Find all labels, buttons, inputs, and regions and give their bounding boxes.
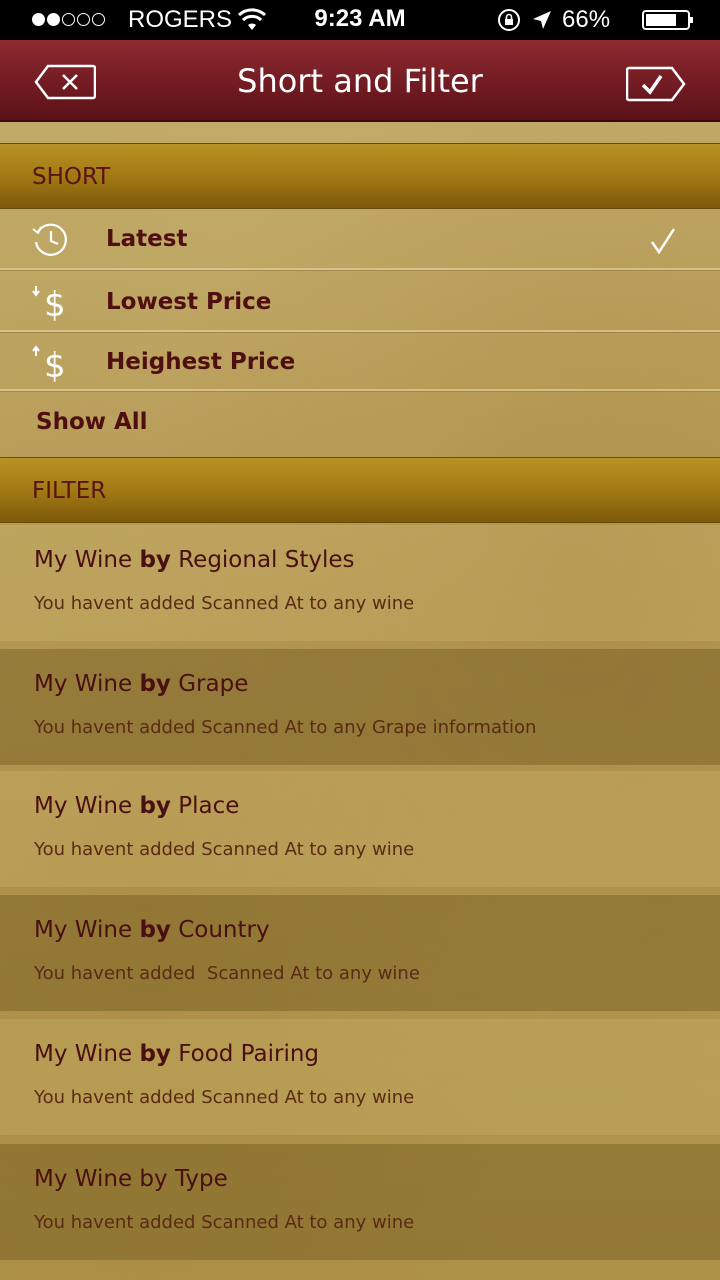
filter-food-pairing[interactable]: My Wine by Food Pairing You havent added…	[0, 1019, 720, 1135]
filter-title-bold: by	[139, 547, 171, 573]
sort-option-highest-price[interactable]: $ Heighest Price	[0, 333, 720, 391]
filter-subtitle: You havent added Scanned At to any wine	[34, 963, 420, 984]
sort-option-label: Lowest Price	[106, 289, 272, 315]
filter-place[interactable]: My Wine by Place You havent added Scanne…	[0, 771, 720, 887]
filter-title-bold: by	[139, 1041, 171, 1067]
filter-title-text: Country	[170, 917, 270, 943]
filter-title-text: My Wine	[34, 917, 140, 943]
price-up-icon: $	[32, 345, 66, 383]
filter-title-text: My Wine	[34, 1041, 140, 1067]
sort-section-header: SHORT	[0, 143, 720, 209]
filter-title: My Wine by Country	[34, 917, 270, 943]
filter-subtitle: You havent added Scanned At to any wine	[34, 593, 415, 614]
battery-icon	[642, 10, 693, 30]
filter-title-text: Grape	[170, 671, 249, 697]
sort-option-label: Latest	[106, 226, 188, 252]
filter-title-text: Place	[170, 793, 240, 819]
filter-subtitle: You havent added Scanned At to any Grape…	[34, 717, 537, 738]
filter-subtitle: You havent added Scanned At to any wine	[34, 1212, 415, 1233]
status-time: 9:23 AM	[314, 5, 406, 32]
filter-subtitle: You havent added Scanned At to any wine	[34, 839, 415, 860]
filter-title-bold: by	[139, 917, 171, 943]
filter-title-text: My Wine	[34, 547, 140, 573]
checkmark-icon	[641, 75, 663, 95]
filter-title-text: My Wine	[34, 793, 140, 819]
filter-type[interactable]: My Wine by Type You havent added Scanned…	[0, 1144, 720, 1260]
filter-title-text: Regional Styles	[170, 547, 355, 573]
location-arrow-icon	[533, 11, 551, 29]
status-bar: ROGERS 9:23 AM 66%	[0, 0, 720, 40]
filter-title: My Wine by Food Pairing	[34, 1041, 319, 1067]
filter-title-text: Food Pairing	[170, 1041, 320, 1067]
selected-checkmark-icon	[650, 228, 676, 255]
filter-title-bold: by	[139, 793, 171, 819]
price-down-icon: $	[32, 285, 66, 322]
filter-title-text: My Wine by Type	[34, 1166, 228, 1192]
sort-option-lowest-price[interactable]: $ Lowest Price	[0, 271, 720, 332]
sort-option-latest[interactable]: Latest	[0, 209, 720, 270]
show-all-button[interactable]: Show All	[36, 409, 148, 435]
battery-percentage: 66%	[562, 6, 611, 33]
filter-section-header: FILTER	[0, 457, 720, 523]
filter-title-bold: by	[139, 671, 171, 697]
sort-option-label: Heighest Price	[106, 349, 296, 375]
svg-text:$: $	[44, 285, 66, 322]
page-title: Short and Filter	[237, 62, 483, 100]
filter-title: My Wine by Place	[34, 793, 239, 819]
filter-grape[interactable]: My Wine by Grape You havent added Scanne…	[0, 649, 720, 765]
filter-title-text: My Wine	[34, 671, 140, 697]
navigation-bar: Short and Filter	[0, 40, 720, 122]
done-button[interactable]	[626, 66, 686, 102]
clock-icon	[32, 223, 67, 256]
filter-title: My Wine by Grape	[34, 671, 248, 697]
orientation-lock-icon	[498, 9, 520, 31]
filter-country[interactable]: My Wine by Country You havent added Scan…	[0, 895, 720, 1011]
filter-title: My Wine by Regional Styles	[34, 547, 355, 573]
filter-subtitle: You havent added Scanned At to any wine	[34, 1087, 415, 1108]
svg-text:$: $	[44, 346, 66, 383]
filter-title: My Wine by Type	[34, 1166, 228, 1192]
filter-regional-styles[interactable]: My Wine by Regional Styles You havent ad…	[0, 525, 720, 641]
